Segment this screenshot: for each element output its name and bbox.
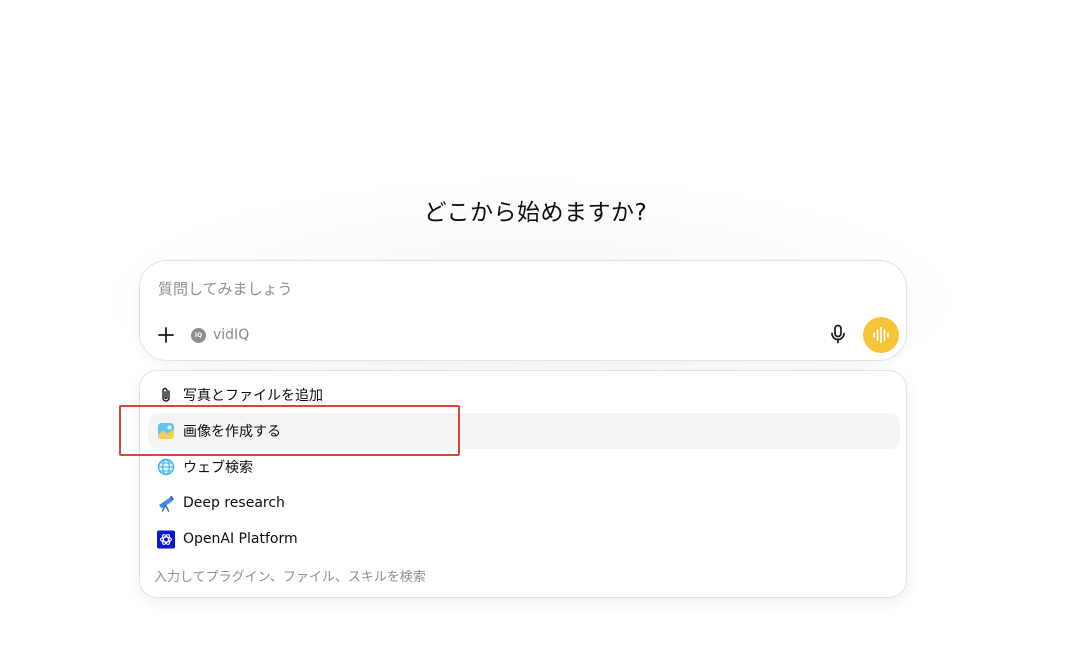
add-button[interactable] bbox=[154, 323, 178, 347]
microphone-icon bbox=[831, 324, 845, 344]
image-icon bbox=[157, 422, 175, 440]
menu-item-label: Deep research bbox=[183, 495, 285, 511]
voice-mode-button[interactable] bbox=[863, 317, 899, 353]
menu-item-web-search[interactable]: ウェブ検索 bbox=[148, 449, 900, 485]
dictate-button[interactable] bbox=[826, 322, 850, 346]
paperclip-icon bbox=[157, 386, 175, 404]
menu-search-hint: 入力してプラグイン、ファイル、スキルを検索 bbox=[154, 570, 426, 585]
menu-item-add-photos-files[interactable]: 写真とファイルを追加 bbox=[148, 377, 900, 413]
menu-item-label: 写真とファイルを追加 bbox=[183, 388, 323, 404]
menu-item-label: OpenAI Platform bbox=[183, 531, 298, 547]
menu-item-deep-research[interactable]: Deep research bbox=[148, 485, 900, 521]
prompt-input[interactable] bbox=[158, 277, 778, 301]
chat-composer: iQ vidIQ bbox=[139, 260, 907, 361]
globe-icon bbox=[157, 458, 175, 476]
menu-item-openai-platform[interactable]: OpenAI Platform bbox=[148, 521, 900, 557]
telescope-icon bbox=[157, 494, 175, 512]
menu-item-create-image[interactable]: 画像を作成する bbox=[148, 413, 900, 449]
openai-logo-icon bbox=[157, 530, 175, 548]
voice-waveform-icon bbox=[873, 326, 889, 344]
vidiq-plugin-chip[interactable]: iQ vidIQ bbox=[191, 325, 249, 345]
plus-menu: 写真とファイルを追加 画像を作成する ウェブ検索 Deep research O… bbox=[139, 370, 907, 598]
vidiq-icon: iQ bbox=[191, 327, 206, 343]
plus-icon bbox=[158, 327, 174, 343]
menu-item-label: 画像を作成する bbox=[183, 424, 281, 440]
vidiq-label: vidIQ bbox=[213, 327, 250, 343]
menu-item-label: ウェブ検索 bbox=[183, 460, 253, 476]
page-title: どこから始めますか? bbox=[423, 200, 648, 226]
